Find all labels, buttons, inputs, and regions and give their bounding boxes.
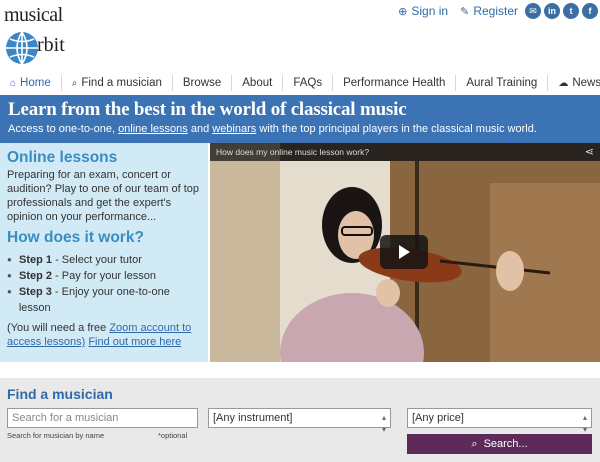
banner-text: Access to one-to-one,: [8, 123, 119, 135]
edit-icon: ✎: [460, 5, 470, 18]
nav-label: About: [242, 77, 273, 89]
nav-label: Aural Training: [466, 77, 538, 89]
search-button-label: Search...: [483, 438, 528, 450]
online-lessons-link[interactable]: online lessons: [118, 123, 188, 135]
optional-hint: *optional: [158, 431, 188, 440]
register-label: Register: [473, 4, 518, 18]
panel-intro: Preparing for an exam, concert or auditi…: [7, 169, 200, 223]
header: musical rbit ⊕ Sign in ✎ Register ✉ in t f: [0, 0, 600, 68]
find-out-more-link[interactable]: Find out more here: [88, 336, 181, 348]
zoom-note: (You will need a free Zoom account to ac…: [7, 321, 201, 349]
nav-news[interactable]: ☁ News: [548, 75, 600, 91]
twitter-icon[interactable]: t: [563, 3, 579, 19]
nav-label: Performance Health: [343, 77, 446, 89]
online-lessons-panel: Online lessons Preparing for an exam, co…: [0, 143, 208, 362]
nav-label: Find a musician: [81, 77, 162, 89]
email-icon[interactable]: ✉: [525, 3, 541, 19]
list-item: ● Step 1 - Select your tutor: [7, 252, 201, 268]
step-text: - Pay for your lesson: [52, 270, 156, 282]
panel-title: Online lessons: [7, 149, 118, 166]
banner-text: and: [187, 123, 213, 135]
account-links: ⊕ Sign in ✎ Register: [398, 4, 518, 18]
how-title: How does it work?: [7, 229, 144, 246]
search-icon: ⌕: [471, 437, 478, 450]
lock-icon: ⊕: [398, 5, 408, 18]
bullet-icon: ●: [7, 271, 12, 280]
price-value: [Any price]: [412, 412, 464, 424]
bullet-icon: ●: [7, 255, 12, 264]
step-label: Step 2: [19, 270, 53, 282]
nav-label: Home: [20, 77, 51, 89]
nav-faqs[interactable]: FAQs: [283, 75, 334, 91]
list-item: ● Step 3 - Enjoy your one-to-one lesson: [7, 284, 201, 316]
main-nav: ⌂ Home ⌕ Find a musician Browse About FAQs…: [0, 72, 600, 94]
banner-title: Learn from the best in the world of clas…: [8, 99, 407, 120]
play-button[interactable]: [380, 235, 428, 269]
price-select[interactable]: [Any price] ▴ ▾: [407, 408, 592, 434]
video-title-bar: How does my online music lesson work? ⋖: [210, 143, 600, 161]
select-arrows-icon: ▴ ▾: [582, 413, 587, 434]
nav-browse[interactable]: Browse: [173, 75, 233, 91]
hero-banner: Learn from the best in the world of clas…: [0, 95, 600, 143]
note-text: (You will need a free: [7, 322, 110, 334]
instrument-value: [Any instrument]: [213, 412, 293, 424]
logo-text: rbit: [37, 34, 65, 56]
instrument-select[interactable]: [Any instrument] ▴ ▾: [208, 408, 391, 434]
linkedin-icon[interactable]: in: [544, 3, 560, 19]
register-link[interactable]: ✎ Register: [460, 4, 518, 18]
chat-icon: ☁: [558, 77, 569, 89]
bullet-icon: ●: [7, 287, 12, 296]
nav-label: Browse: [182, 77, 222, 89]
step-label: Step 1: [19, 254, 53, 266]
find-title: Find a musician: [7, 386, 113, 402]
video-title: How does my online music lesson work?: [216, 147, 370, 157]
nav-aural-training[interactable]: Aural Training: [456, 75, 549, 91]
nav-home[interactable]: ⌂ Home: [0, 75, 62, 91]
play-icon: [399, 245, 410, 259]
facebook-icon[interactable]: f: [582, 3, 598, 19]
webinars-link[interactable]: webinars: [212, 123, 256, 135]
step-text: - Select your tutor: [52, 254, 142, 266]
home-icon: ⌂: [10, 77, 17, 89]
site-logo[interactable]: musical rbit: [4, 4, 84, 66]
sign-in-label: Sign in: [411, 4, 449, 18]
banner-subtitle: Access to one-to-one, online lessons and…: [8, 121, 592, 137]
select-arrows-icon: ▴ ▾: [381, 413, 386, 434]
nav-performance-health[interactable]: Performance Health: [333, 75, 457, 91]
nav-find-musician[interactable]: ⌕ Find a musician: [62, 75, 173, 91]
video-player[interactable]: How does my online music lesson work? ⋖: [210, 143, 600, 362]
search-button[interactable]: ⌕ Search...: [407, 434, 592, 454]
banner-text: with the top principal players in the cl…: [256, 123, 537, 135]
search-icon: ⌕: [71, 77, 78, 89]
musician-search-input[interactable]: Search for a musician: [7, 408, 198, 428]
share-icon[interactable]: ⋖: [585, 145, 594, 158]
nav-label: FAQs: [293, 77, 323, 89]
find-musician-section: Find a musician Search for a musician [A…: [0, 378, 600, 462]
globe-icon: [6, 31, 38, 65]
search-hint: Search for musician by name: [7, 431, 105, 440]
list-item: ● Step 2 - Pay for your lesson: [7, 268, 201, 284]
sign-in-link[interactable]: ⊕ Sign in: [398, 4, 448, 18]
step-label: Step 3: [18, 286, 52, 298]
steps-list: ● Step 1 - Select your tutor ● Step 2 - Pa…: [7, 252, 201, 316]
nav-about[interactable]: About: [232, 75, 284, 91]
social-links: ✉ in t f: [525, 3, 598, 19]
logo-text: musical: [4, 4, 63, 26]
nav-label: News: [572, 77, 600, 89]
